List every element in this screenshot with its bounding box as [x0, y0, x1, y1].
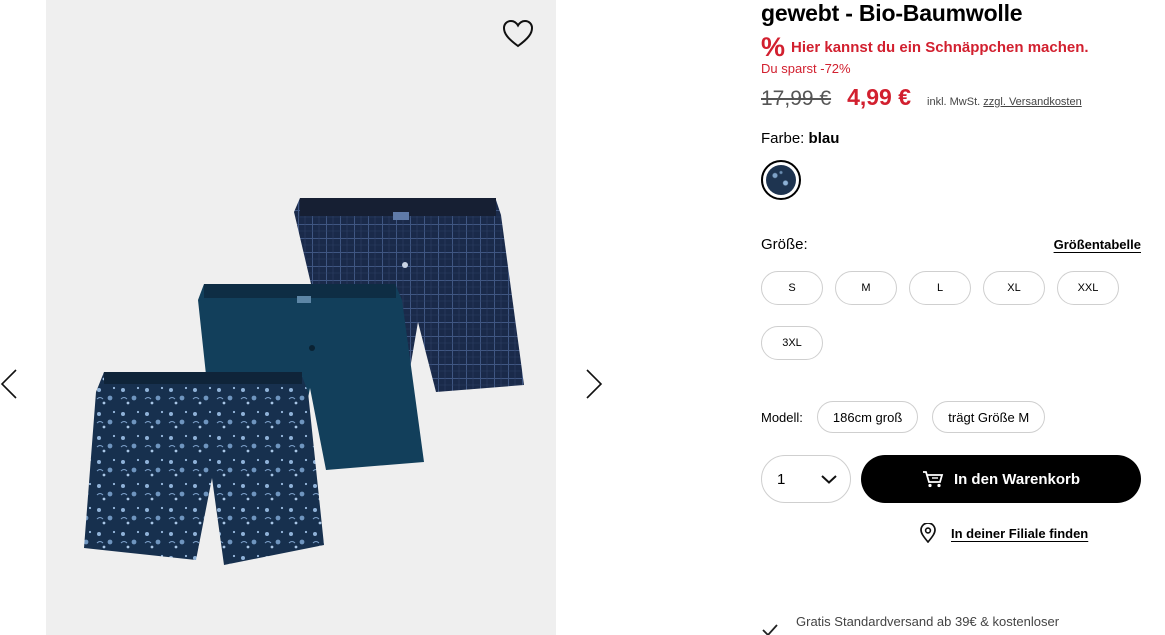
wishlist-button[interactable] [501, 18, 535, 50]
size-option-xl[interactable]: XL [983, 271, 1045, 305]
shipping-info-text: Gratis Standardversand ab 39€ & kostenlo… [796, 614, 1060, 629]
product-image-gallery [46, 0, 556, 635]
model-size-pill: trägt Größe M [932, 401, 1046, 433]
add-to-cart-button[interactable]: In den Warenkorb [861, 455, 1141, 503]
product-image [84, 198, 524, 565]
heart-icon [502, 19, 534, 48]
cart-icon [922, 471, 944, 488]
color-selection-label: Farbe: blau [761, 130, 839, 147]
color-label: Farbe: [761, 130, 805, 147]
model-label: Modell: [761, 409, 803, 425]
vat-text: inkl. MwSt. [927, 96, 981, 108]
quantity-value: 1 [777, 470, 786, 488]
size-table-link[interactable]: Größentabelle [1054, 237, 1141, 252]
shipping-costs-link[interactable]: zzgl. Versandkosten [983, 96, 1081, 108]
location-pin-icon [920, 523, 936, 543]
percent-icon: % [761, 32, 786, 62]
add-to-cart-label: In den Warenkorb [953, 470, 1081, 488]
model-height-pill: 186cm groß [816, 401, 919, 433]
size-label: Größe: [761, 236, 808, 253]
size-option-s[interactable]: S [761, 271, 823, 305]
product-title: gewebt - Bio-Baumwolle [761, 0, 1023, 26]
gallery-prev-arrow[interactable] [0, 366, 24, 402]
check-icon [762, 624, 778, 635]
deal-banner: % Hier kannst du ein Schnäppchen machen. [761, 32, 1089, 62]
size-option-xxl[interactable]: XXL [1057, 271, 1119, 305]
size-option-l[interactable]: L [909, 271, 971, 305]
savings-text: Du sparst -72% [761, 61, 851, 76]
color-swatch-blau[interactable] [761, 160, 801, 200]
quantity-select[interactable]: 1 [761, 455, 851, 503]
chevron-right-icon [586, 369, 603, 399]
size-option-3xl[interactable]: 3XL [761, 326, 823, 360]
size-option-m[interactable]: M [835, 271, 897, 305]
chevron-down-icon [821, 475, 837, 484]
vat-note: inkl. MwSt. zzgl. Versandkosten [927, 96, 1082, 108]
price-row: 17,99 € 4,99 € inkl. MwSt. zzgl. Versand… [761, 84, 1082, 111]
sale-price: 4,99 € [847, 84, 912, 110]
deal-text: Hier kannst du ein Schnäppchen machen. [791, 38, 1089, 56]
model-info: Modell: 186cm groß trägt Größe M [761, 401, 1059, 433]
gallery-next-arrow[interactable] [582, 366, 606, 402]
store-finder-label: In deiner Filiale finden [951, 525, 1089, 541]
chevron-left-icon [0, 369, 17, 399]
swatch-pattern [766, 165, 796, 195]
color-value: blau [808, 130, 840, 147]
old-price: 17,99 € [761, 87, 832, 110]
shipping-info: Gratis Standardversand ab 39€ & kostenlo… [761, 614, 1059, 635]
store-finder-link[interactable]: In deiner Filiale finden [919, 523, 1088, 543]
